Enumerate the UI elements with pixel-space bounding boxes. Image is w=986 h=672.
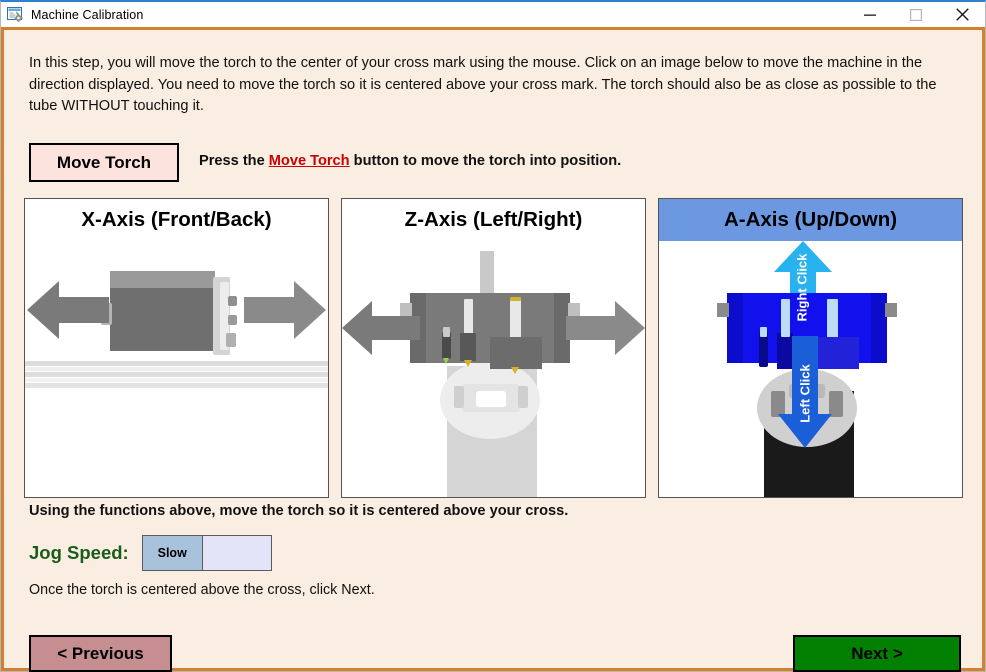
panel-a-axis[interactable]: A-Axis (Up/Down) Right Click Left Click — [658, 198, 963, 498]
move-torch-button[interactable]: Move Torch — [29, 143, 179, 182]
previous-button[interactable]: < Previous — [29, 635, 172, 672]
footer-note: Once the torch is centered above the cro… — [29, 582, 375, 598]
right-arrow-icon — [566, 301, 645, 355]
instruction-paragraph: In this step, you will move the torch to… — [29, 55, 937, 114]
minimize-button[interactable] — [847, 2, 893, 27]
panel-z-axis[interactable]: Z-Axis (Left/Right) — [341, 198, 646, 498]
panel-x-axis[interactable]: X-Axis (Front/Back) — [24, 198, 329, 498]
hint-prefix: Press the — [199, 153, 269, 169]
right-arrow-icon — [244, 281, 326, 339]
left-arrow-icon — [27, 281, 109, 339]
left-arrow-icon — [342, 301, 420, 355]
jog-speed-slow-segment[interactable]: Slow — [142, 536, 203, 570]
client-area: In this step, you will move the torch to… — [1, 27, 985, 672]
jog-speed-label: Jog Speed: — [29, 542, 129, 563]
hint-highlight: Move Torch — [268, 153, 350, 169]
hint-suffix: button to move the torch into position. — [349, 153, 622, 169]
jog-speed-row: Jog Speed: Slow — [29, 535, 272, 571]
up-arrow-label: Right Click — [794, 253, 810, 322]
panel-z-axis-title: Z-Axis (Left/Right) — [342, 199, 645, 241]
panel-x-axis-title: X-Axis (Front/Back) — [25, 199, 328, 241]
content-panel: In this step, you will move the torch to… — [4, 30, 982, 672]
panel-a-axis-title: A-Axis (Up/Down) — [659, 199, 962, 241]
move-torch-row: Move Torch Press the Move Torch button t… — [29, 143, 949, 183]
x-axis-illustration — [25, 241, 328, 497]
title-bar: Machine Calibration — [1, 2, 985, 27]
window-controls — [847, 2, 985, 27]
a-axis-illustration: Right Click Left Click — [659, 241, 962, 497]
close-button[interactable] — [939, 2, 985, 27]
jog-speed-track[interactable] — [202, 536, 271, 570]
down-arrow-label: Left Click — [797, 364, 813, 423]
machine-calibration-window: Machine Calibration In this step, you wi… — [0, 0, 986, 672]
move-torch-hint: Press the Move Torch button to move the … — [199, 153, 621, 169]
z-axis-illustration — [342, 241, 645, 497]
jog-speed-toggle[interactable]: Slow — [141, 535, 272, 571]
next-button[interactable]: Next > — [793, 635, 961, 672]
window-title: Machine Calibration — [31, 7, 144, 22]
axis-panels: X-Axis (Front/Back) Z-Axis (Left/Right) … — [24, 198, 963, 498]
machine-settings-icon — [7, 6, 24, 23]
panels-caption: Using the functions above, move the torc… — [29, 503, 569, 519]
maximize-button[interactable] — [893, 2, 939, 27]
